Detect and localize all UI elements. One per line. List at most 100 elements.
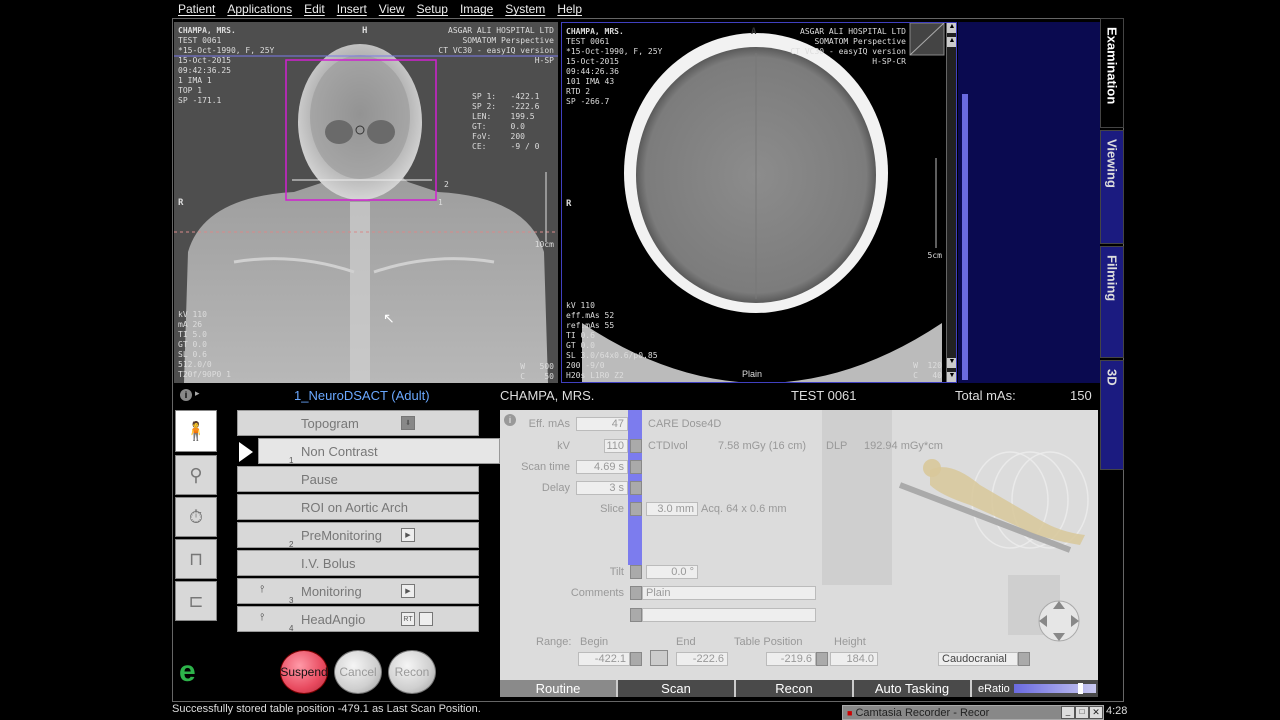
close-icon[interactable]: ✕ [1089, 706, 1103, 719]
protocol-step-iv-bolus[interactable]: I.V. Bolus [237, 550, 479, 576]
scroll-up-icon[interactable]: ▲ [947, 23, 956, 33]
scroll-down-icon[interactable]: ▼ [947, 372, 956, 382]
begin-field[interactable]: -422.1 [578, 652, 630, 666]
topo-measure: SP 2: -222.6 [472, 102, 540, 111]
patient-table-icon[interactable]: ⊏ [175, 581, 217, 621]
protocol-step-non-contrast[interactable]: Non Contrast 1 [258, 438, 500, 465]
direction-dropdown-icon[interactable] [1018, 652, 1030, 666]
protocol-step-headangio[interactable]: ⫯ HeadAngio 4 RT [237, 606, 479, 633]
patient-model-icon[interactable]: 🧍 [175, 410, 217, 452]
slice-field[interactable]: 3.0 mm [646, 502, 698, 516]
menu-view[interactable]: View [373, 2, 411, 16]
scan-time-field[interactable]: 4.69 s [576, 460, 628, 474]
recon-button[interactable]: Recon [388, 650, 436, 694]
menu-patient[interactable]: Patient [172, 2, 221, 16]
table-position-field[interactable]: -219.6 [766, 652, 816, 666]
topo-bottom-info: mA 26 [178, 320, 203, 329]
minimize-icon[interactable]: _ [1061, 706, 1075, 719]
table-position-button[interactable] [650, 650, 668, 666]
tilt-spinner-icon[interactable] [630, 565, 642, 579]
eratio-control[interactable]: eRatio [972, 680, 1098, 697]
tilt-field[interactable]: 0.0 ° [646, 565, 698, 579]
height-field[interactable]: 184.0 [830, 652, 878, 666]
comments-field-2[interactable] [642, 608, 816, 622]
kv-spinner-icon[interactable] [630, 439, 642, 453]
patient-position-icon[interactable]: ⚲ [175, 455, 217, 495]
maximize-icon[interactable]: □ [1075, 706, 1089, 719]
topogram-viewport[interactable]: CHAMPA, MRS. TEST 0061 *15-Oct-1990, F, … [174, 22, 558, 383]
play-icon[interactable]: ▶ [401, 584, 415, 598]
axial-info-line: *15-Oct-1990, F, 25Y [566, 47, 663, 56]
cancel-button[interactable]: Cancel [334, 650, 382, 694]
axial-viewport[interactable]: ▲ ▲ ▼ ▼ CHAMPA, MRS. TEST 0061 *15-Oct-1… [561, 22, 957, 383]
topo-bottom-info: SL 0.6 [178, 350, 207, 359]
comments-field[interactable]: Plain [642, 586, 816, 600]
scan-parameters-panel: i Eff. mAs 47 CARE Dose4D kV 110 CTDIvol… [500, 410, 1098, 697]
topo-info-line: *15-Oct-1990, F, 25Y [178, 46, 275, 55]
menu-edit[interactable]: Edit [298, 2, 331, 16]
eratio-label: eRatio [978, 682, 1010, 695]
protocol-step-premonitoring[interactable]: PreMonitoring 2 ▶ [237, 522, 479, 549]
slice-dropdown-icon[interactable] [630, 502, 642, 516]
delay-field[interactable]: 3 s [576, 481, 628, 495]
protocol-step-topogram[interactable]: Topogram ⬇ [237, 410, 479, 436]
menu-help[interactable]: Help [551, 2, 588, 16]
table-icon[interactable]: ⊓ [175, 539, 217, 579]
suspend-button[interactable]: Suspend [280, 650, 328, 694]
slider-handle[interactable] [1077, 683, 1083, 694]
tab-routine[interactable]: Routine [500, 680, 618, 697]
kv-label: kV [557, 440, 570, 452]
kv-field[interactable]: 110 [604, 439, 628, 453]
menu-applications[interactable]: Applications [221, 2, 298, 16]
protocol-step-pause[interactable]: Pause [237, 466, 479, 492]
table-position-dropdown-icon[interactable] [816, 652, 828, 666]
tab-scan[interactable]: Scan [618, 680, 736, 697]
scroll-down-icon[interactable]: ▼ [947, 358, 956, 368]
tab-filming[interactable]: Filming [1100, 246, 1124, 358]
menu-system[interactable]: System [499, 2, 551, 16]
e-logo-icon: e [179, 655, 196, 688]
recorder-icon: ■ [847, 707, 853, 718]
taskbar-window[interactable]: ■ Camtasia Recorder - Recor _ □ ✕ [842, 705, 1104, 720]
eff-mas-field[interactable]: 47 [576, 417, 628, 431]
menu-insert[interactable]: Insert [331, 2, 373, 16]
step-number: 3 [289, 596, 294, 605]
eratio-slider[interactable] [1013, 683, 1096, 694]
tab-viewing[interactable]: Viewing [1100, 130, 1124, 244]
rt-badge[interactable]: RT [401, 612, 415, 626]
info-icon[interactable]: i [180, 389, 192, 401]
protocol-step-roi[interactable]: ROI on Aortic Arch [237, 494, 479, 520]
protocol-step-monitoring[interactable]: ⫯ Monitoring 3 ▶ [237, 578, 479, 605]
dlp-label: DLP [826, 440, 848, 452]
total-mas-label: Total mAs: [955, 388, 1016, 403]
delay-label: Delay [541, 482, 570, 494]
comments-dropdown-icon[interactable] [630, 586, 642, 600]
timer-icon[interactable]: ⏱ [175, 497, 217, 537]
topo-measure: CE: -9 / 0 [472, 142, 540, 151]
begin-spinner-icon[interactable] [630, 652, 642, 666]
direction-arrows-icon[interactable] [1034, 598, 1084, 644]
menu-image[interactable]: Image [454, 2, 499, 16]
menu-setup[interactable]: Setup [411, 2, 454, 16]
scan-direction-select[interactable]: Caudocranial [938, 652, 1018, 666]
tab-3d[interactable]: 3D [1100, 360, 1124, 470]
end-field[interactable]: -222.6 [676, 652, 728, 666]
delay-spinner-icon[interactable] [630, 481, 642, 495]
protocol-step-label: I.V. Bolus [301, 555, 356, 571]
scroll-up-icon[interactable]: ▲ [947, 37, 956, 47]
table-move-control[interactable] [1034, 598, 1084, 644]
scan-time-spinner-icon[interactable] [630, 460, 642, 474]
comments2-dropdown-icon[interactable] [630, 608, 642, 622]
play-icon[interactable]: ▶ [401, 528, 415, 542]
axial-scrollbar[interactable]: ▲ ▲ ▼ ▼ [946, 23, 956, 382]
syringe-icon: ⫯ [260, 584, 265, 595]
topo-info-line: SP -171.1 [178, 96, 222, 105]
tab-auto-tasking[interactable]: Auto Tasking [854, 680, 972, 697]
tab-recon[interactable]: Recon [736, 680, 854, 697]
topo-info-right: H-SP [534, 56, 554, 65]
download-icon[interactable]: ⬇ [401, 416, 415, 430]
checkbox[interactable] [419, 612, 433, 626]
axial-hospital: ASGAR ALI HOSPITAL LTD [800, 27, 906, 36]
tab-examination[interactable]: Examination [1100, 18, 1124, 128]
topo-measure: LEN: 199.5 [472, 112, 535, 121]
